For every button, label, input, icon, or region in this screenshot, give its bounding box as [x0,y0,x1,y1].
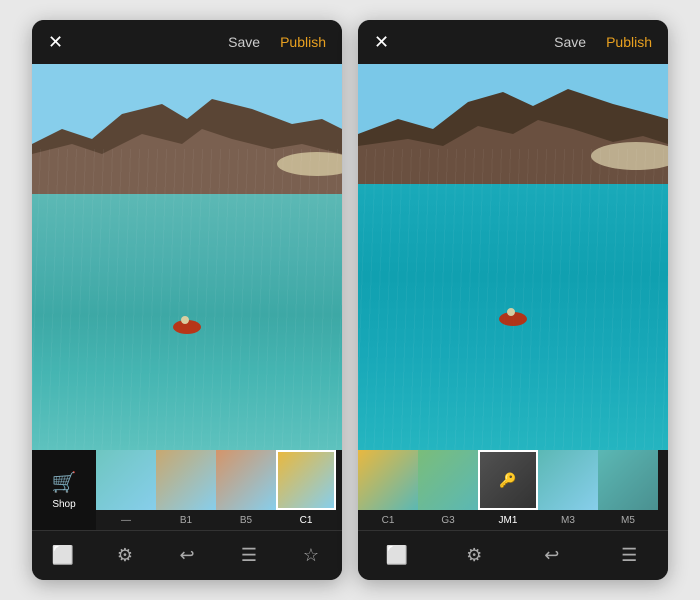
left-filter-b1-img [156,450,216,510]
right-filter-c1[interactable]: C1 [358,450,418,530]
left-filter-c1-label: C1 [276,510,336,530]
left-filter-c1-img [276,450,336,510]
left-filter-b5-label: B5 [216,510,276,530]
left-photo [32,64,342,450]
left-filter-c1[interactable]: C1 [276,450,336,530]
left-filter-b5[interactable]: B5 [216,450,276,530]
left-filter-b5-img [216,450,276,510]
left-toolbar-revert[interactable]: ↩ [169,538,205,574]
right-filter-m5-img [598,450,658,510]
right-filter-jm1-lock: 🔑 [480,452,536,508]
left-toolbar-favorite[interactable]: ☆ [293,538,329,574]
right-filters-row: C1 G3 🔑 JM1 M3 [358,450,668,530]
left-image-area [32,64,342,450]
left-filter-b1[interactable]: B1 [156,450,216,530]
left-water-ripple [32,149,342,450]
left-filter-none-label: — [96,510,156,530]
right-filter-thumbs: C1 G3 🔑 JM1 M3 [358,450,668,530]
right-phone: ✕ Save Publish C1 [358,20,668,580]
right-kayak [499,312,527,326]
left-toolbar: ⬜ ⚙ ↩ ☰ ☆ [32,530,342,580]
left-toolbar-crop[interactable]: ⬜ [45,538,81,574]
right-filter-jm1-img: 🔑 [478,450,538,510]
left-filter-none-img [96,450,156,510]
left-filter-thumbs: — B1 B5 C1 [96,450,342,530]
right-image-area [358,64,668,450]
right-toolbar-crop[interactable]: ⬜ [379,538,415,574]
right-filter-jm1[interactable]: 🔑 JM1 [478,450,538,530]
right-filter-m5[interactable]: M5 [598,450,658,530]
right-water-ripple [358,149,668,450]
right-bottom-panel: C1 G3 🔑 JM1 M3 [358,450,668,580]
left-save-button[interactable]: Save [228,34,260,50]
right-photo [358,64,668,450]
right-filter-m5-label: M5 [598,510,658,530]
right-publish-button[interactable]: Publish [606,34,652,50]
right-filter-c1-img [358,450,418,510]
left-shop-label: Shop [52,499,75,510]
right-filter-g3-label: G3 [418,510,478,530]
right-toolbar-menu[interactable]: ☰ [611,538,647,574]
right-close-button[interactable]: ✕ [374,32,389,53]
right-filter-jm1-label: JM1 [478,510,538,530]
left-toolbar-menu[interactable]: ☰ [231,538,267,574]
right-toolbar-adjust[interactable]: ⚙ [456,538,492,574]
left-kayak [173,320,201,334]
left-top-bar: ✕ Save Publish [32,20,342,64]
right-toolbar: ⬜ ⚙ ↩ ☰ [358,530,668,580]
right-filter-m3-img [538,450,598,510]
right-filter-m3-label: M3 [538,510,598,530]
left-phone: ✕ Save Publish 🛒 S [32,20,342,580]
right-top-bar: ✕ Save Publish [358,20,668,64]
left-bottom-panel: 🛒 Shop — B1 B5 [32,450,342,580]
left-toolbar-adjust[interactable]: ⚙ [107,538,143,574]
left-close-button[interactable]: ✕ [48,32,63,53]
left-filter-none[interactable]: — [96,450,156,530]
right-filter-c1-label: C1 [358,510,418,530]
right-save-button[interactable]: Save [554,34,586,50]
left-filters-row: 🛒 Shop — B1 B5 [32,450,342,530]
right-top-actions: Save Publish [554,34,652,50]
left-publish-button[interactable]: Publish [280,34,326,50]
left-top-actions: Save Publish [228,34,326,50]
left-shop-button[interactable]: 🛒 Shop [32,450,96,530]
right-toolbar-revert[interactable]: ↩ [534,538,570,574]
right-filter-m3[interactable]: M3 [538,450,598,530]
right-filter-g3-img [418,450,478,510]
left-shop-icon: 🛒 [52,470,77,495]
left-filter-b1-label: B1 [156,510,216,530]
right-filter-g3[interactable]: G3 [418,450,478,530]
